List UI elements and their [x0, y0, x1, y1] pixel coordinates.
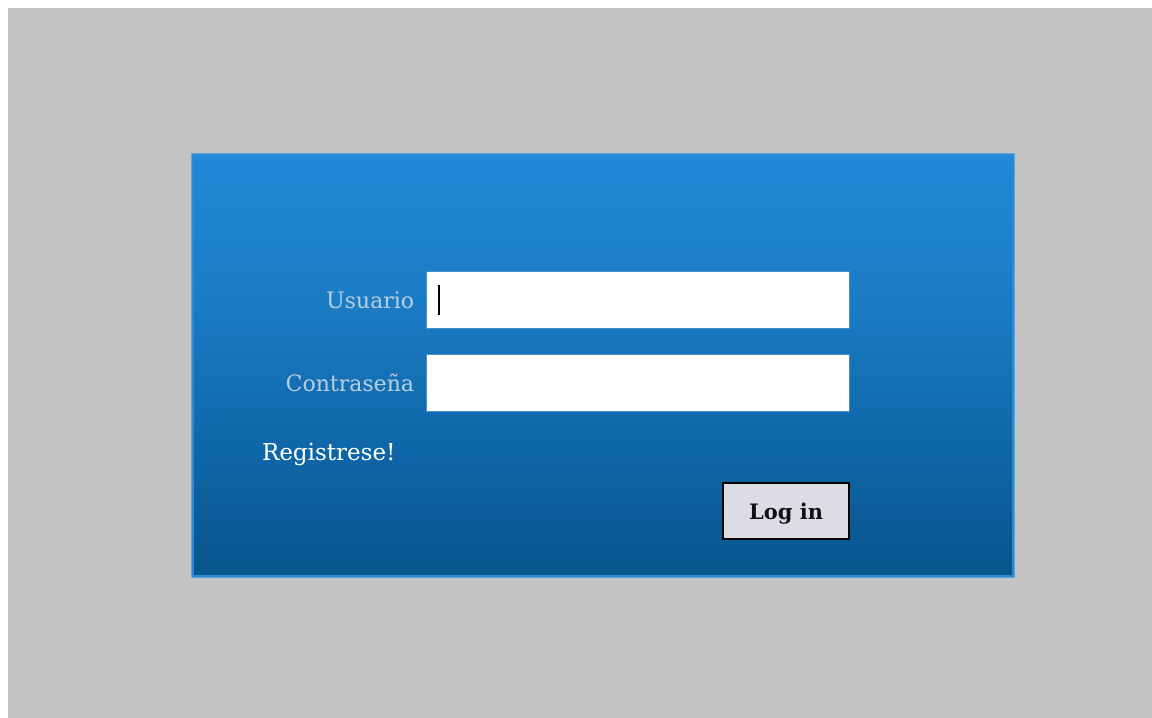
password-input[interactable]: [426, 354, 850, 412]
username-input[interactable]: [426, 271, 850, 329]
page-background: Usuario Contraseña Registrese! Log in: [8, 8, 1152, 718]
login-panel: Usuario Contraseña Registrese! Log in: [191, 153, 1015, 578]
login-button[interactable]: Log in: [722, 482, 850, 540]
password-label: Contraseña: [285, 372, 414, 397]
username-label: Usuario: [326, 289, 414, 314]
text-cursor: [438, 285, 440, 315]
register-link[interactable]: Registrese!: [262, 438, 395, 468]
